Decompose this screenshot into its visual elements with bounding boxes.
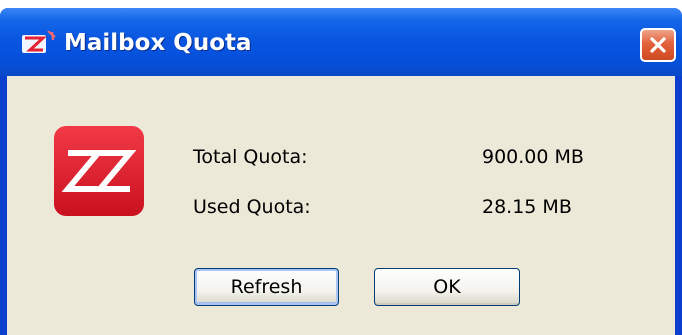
total-quota-label: Total Quota: bbox=[193, 146, 308, 168]
used-quota-label: Used Quota: bbox=[193, 196, 311, 218]
close-icon bbox=[650, 37, 666, 53]
used-quota-value: 28.15 MB bbox=[482, 196, 572, 218]
mailbox-quota-dialog: Mailbox Quota Total Quota: 900.00 MB Use… bbox=[0, 8, 682, 335]
ok-button[interactable]: OK bbox=[374, 268, 520, 306]
dialog-title: Mailbox Quota bbox=[64, 30, 252, 56]
total-quota-value: 900.00 MB bbox=[482, 146, 584, 168]
dialog-body: Total Quota: 900.00 MB Used Quota: 28.15… bbox=[7, 76, 675, 335]
zimbra-icon bbox=[22, 31, 56, 53]
title-bar[interactable]: Mailbox Quota bbox=[0, 8, 682, 76]
refresh-button[interactable]: Refresh bbox=[194, 268, 339, 306]
zimbra-logo-icon bbox=[54, 126, 144, 216]
close-button[interactable] bbox=[640, 28, 676, 62]
